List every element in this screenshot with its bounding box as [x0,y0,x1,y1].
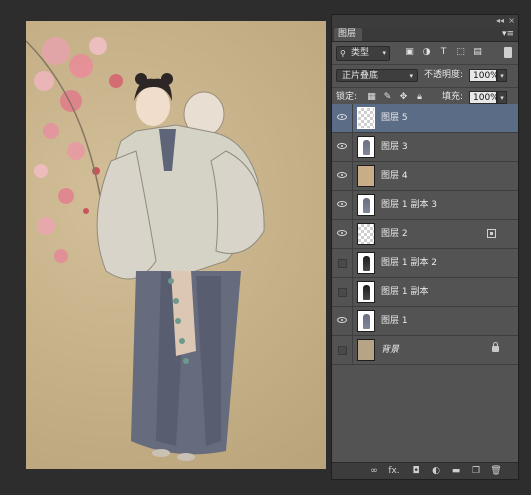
search-icon: ⚲ [340,49,346,58]
eye-icon[interactable] [337,172,347,178]
lock-label: 锁定: [336,92,358,102]
layer-thumbnail [357,165,375,187]
eye-icon[interactable] [337,114,347,120]
figure-thumbnail-glyph [363,140,370,155]
hidden-visibility-box[interactable] [338,346,347,355]
eye-icon[interactable] [337,143,347,149]
layer-thumbnail [357,136,375,158]
layer-thumbnail [357,107,375,129]
layer-thumbnail [357,281,375,303]
figure-thumbnail-glyph [363,314,370,329]
blend-mode-select[interactable]: 正片叠底 ▾ [336,69,418,82]
visibility-toggle[interactable] [332,307,353,335]
tab-layers[interactable]: 图层 [334,28,363,41]
document-canvas[interactable] [26,21,326,469]
collapse-panel-icon[interactable]: ◂◂ [496,15,504,27]
layers-list: 图层 5 图层 3 图层 4 图层 1 副本 3 图层 2 图层 1 副本 2 图层 1 副… [332,104,518,365]
smart-object-filter-icon[interactable]: ▤ [472,47,483,58]
visibility-toggle[interactable] [332,191,353,219]
layer-row[interactable]: 图层 4 [332,162,518,191]
layer-row[interactable]: 背景 [332,336,518,365]
lock-badge-icon [492,342,499,352]
layer-name[interactable]: 图层 1 副本 [381,278,428,306]
layer-row[interactable]: 图层 1 [332,307,518,336]
layer-thumbnail [357,339,375,361]
visibility-toggle[interactable] [332,249,353,277]
layer-row[interactable]: 图层 5 [332,104,518,133]
filter-kind-label: 类型 [351,48,370,58]
chevron-down-icon: ▾ [382,49,386,57]
fill-input[interactable]: 100% [469,91,499,104]
lock-position-icon[interactable]: ✥ [398,92,409,103]
chevron-down-icon: ▾ [409,72,413,80]
layer-thumbnail [357,252,375,274]
add-mask-icon[interactable]: ◘ [410,465,422,477]
blend-mode-value: 正片叠底 [342,71,379,81]
layer-row[interactable]: 图层 1 副本 [332,278,518,307]
image-filter-icon[interactable]: ▣ [404,47,415,58]
type-filter-icon[interactable]: T [438,47,449,58]
shape-filter-icon[interactable]: ⬚ [455,47,466,58]
lock-all-icon[interactable]: 🔒︎ [414,92,425,103]
fx-icon[interactable]: fx. [388,465,400,477]
new-group-icon[interactable]: ▬ [450,465,462,477]
figure-thumbnail-glyph [363,198,370,213]
eye-icon[interactable] [337,201,347,207]
visibility-toggle[interactable] [332,220,353,248]
opacity-label: 不透明度: [424,70,464,80]
hidden-visibility-box[interactable] [338,288,347,297]
panel-title-bar[interactable]: ◂◂ × [332,15,518,27]
layers-panel: ◂◂ × 图层 ▾≡ ⚲ 类型 ▾ ▣ ◑ T ⬚ ▤ 正片叠底 ▾ 不透明度:… [331,14,519,480]
filter-kind-select[interactable]: ⚲ 类型 ▾ [336,46,390,61]
fill-dropdown-icon[interactable]: ▾ [497,91,507,104]
layer-filter-row: ⚲ 类型 ▾ ▣ ◑ T ⬚ ▤ [332,42,518,65]
layer-name[interactable]: 图层 3 [381,133,408,161]
panel-tab-bar: 图层 ▾≡ [332,27,518,42]
eye-icon[interactable] [337,317,347,323]
panel-bottom-toolbar: ∞ fx. ◘ ◐ ▬ ❐ 🗑 [332,462,518,479]
fill-label: 填充: [442,92,464,102]
layer-row[interactable]: 图层 1 副本 2 [332,249,518,278]
layer-name[interactable]: 图层 1 副本 2 [381,249,437,277]
lock-transparent-pixels-icon[interactable]: ▦ [366,92,377,103]
adjustment-filter-icon[interactable]: ◑ [421,47,432,58]
hidden-visibility-box[interactable] [338,259,347,268]
visibility-toggle[interactable] [332,278,353,306]
delete-layer-icon[interactable]: 🗑 [490,465,502,477]
eye-icon[interactable] [337,230,347,236]
link-layers-icon[interactable]: ∞ [368,465,380,477]
layer-thumbnail [357,223,375,245]
figure-thumbnail-glyph [363,256,370,271]
visibility-toggle[interactable] [332,162,353,190]
layer-row[interactable]: 图层 2 [332,220,518,249]
filter-toggle-switch[interactable] [504,47,512,58]
artwork-illustration [26,37,265,461]
adjustment-layer-icon[interactable]: ◐ [430,465,442,477]
layer-name[interactable]: 图层 5 [381,104,408,132]
figure-thumbnail-glyph [363,285,370,300]
layer-thumbnail [357,310,375,332]
new-layer-icon[interactable]: ❐ [470,465,482,477]
layer-name[interactable]: 图层 2 [381,220,408,248]
blend-row: 正片叠底 ▾ 不透明度: 100% ▾ [332,65,518,88]
layer-name[interactable]: 背景 [381,336,399,364]
visibility-toggle[interactable] [332,104,353,132]
lock-image-pixels-icon[interactable]: ✎ [382,92,393,103]
layer-thumbnail [357,194,375,216]
visibility-toggle[interactable] [332,336,353,364]
layer-name[interactable]: 图层 1 副本 3 [381,191,437,219]
layer-row[interactable]: 图层 3 [332,133,518,162]
smart-object-badge-icon [487,229,496,238]
opacity-dropdown-icon[interactable]: ▾ [497,69,507,82]
layer-name[interactable]: 图层 4 [381,162,408,190]
close-panel-icon[interactable]: × [508,15,515,27]
opacity-input[interactable]: 100% [469,69,499,82]
layer-name[interactable]: 图层 1 [381,307,408,335]
panel-menu-icon[interactable]: ▾≡ [502,27,514,41]
layer-row[interactable]: 图层 1 副本 3 [332,191,518,220]
visibility-toggle[interactable] [332,133,353,161]
